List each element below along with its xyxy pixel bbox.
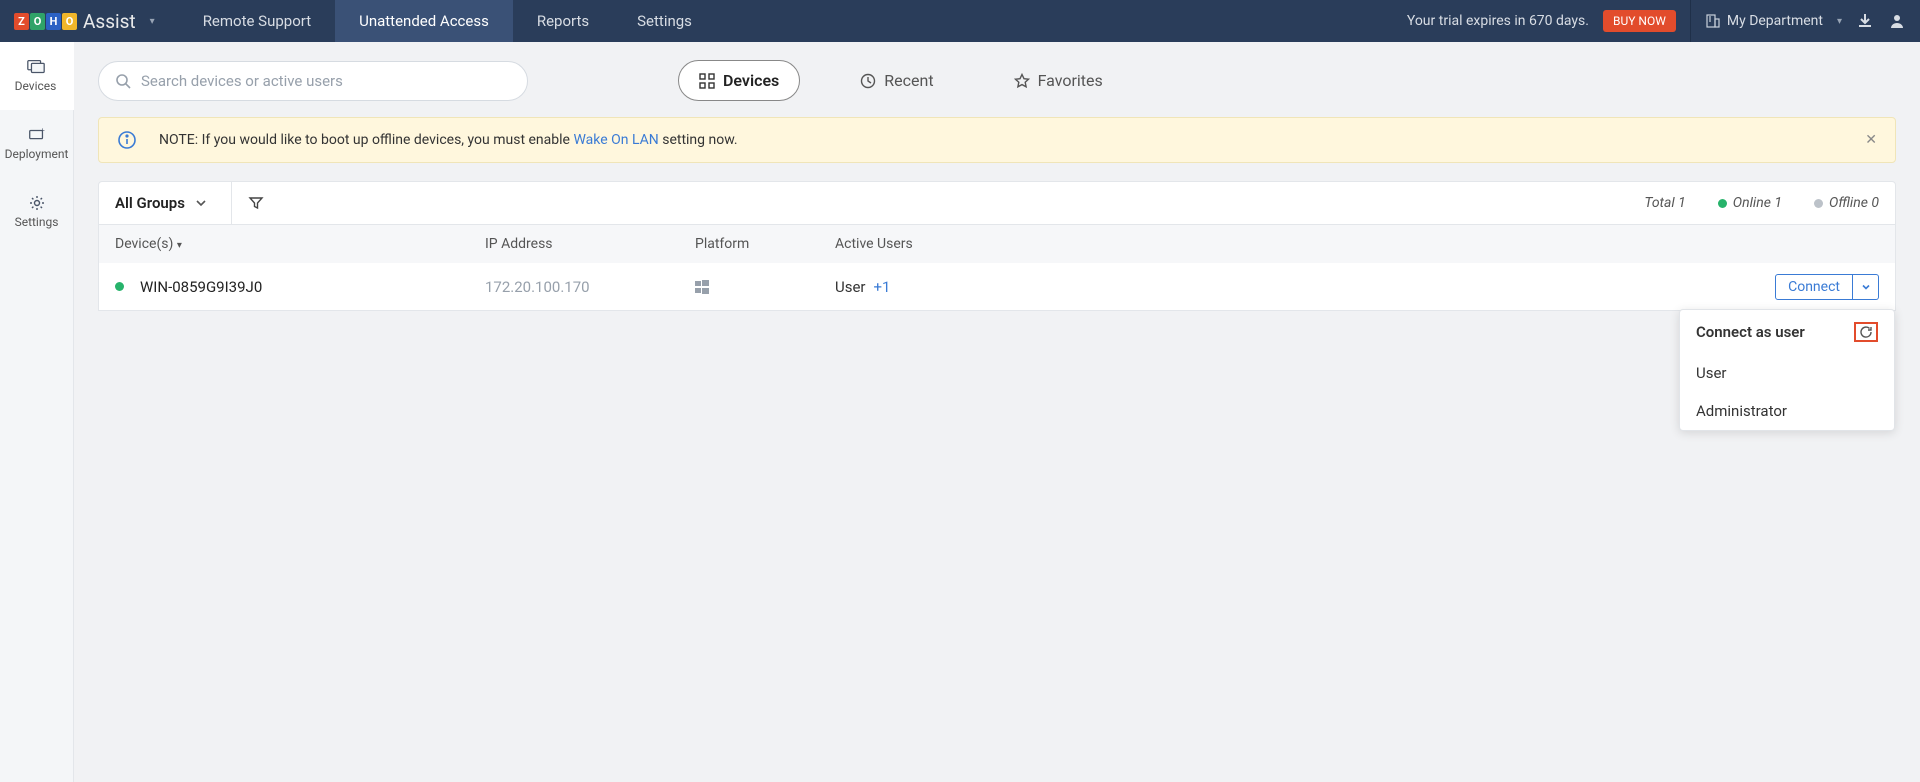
sidebar-item-label: Devices xyxy=(15,79,57,93)
gear-icon xyxy=(27,195,47,211)
col-device[interactable]: Device(s) ▾ xyxy=(115,236,485,252)
table-toolbar: All Groups Total 1 Online 1 Offline 0 xyxy=(98,181,1896,225)
tab-devices[interactable]: Devices xyxy=(678,60,800,101)
zoho-logo-icon: ZOHO xyxy=(14,13,77,30)
tab-recent[interactable]: Recent xyxy=(840,61,953,100)
sidebar-item-label: Deployment xyxy=(5,147,69,161)
table-header-row: Device(s) ▾ IP Address Platform Active U… xyxy=(98,225,1896,263)
stat-online: Online 1 xyxy=(1718,195,1782,211)
windows-icon xyxy=(695,280,709,294)
brand-logo[interactable]: ZOHO Assist ▾ xyxy=(0,0,169,42)
close-icon[interactable]: ✕ xyxy=(1865,132,1877,148)
download-icon[interactable] xyxy=(1856,12,1874,30)
building-icon xyxy=(1705,13,1721,29)
stat-offline: Offline 0 xyxy=(1814,195,1879,211)
chevron-down-icon xyxy=(1861,282,1871,292)
grid-icon xyxy=(699,73,715,89)
col-users[interactable]: Active Users xyxy=(835,236,1879,252)
chevron-down-icon[interactable]: ▾ xyxy=(150,16,155,27)
col-ip[interactable]: IP Address xyxy=(485,236,695,252)
search-icon xyxy=(115,73,131,89)
department-dropdown[interactable]: My Department ▾ xyxy=(1705,13,1842,29)
nav-tab-unattended-access[interactable]: Unattended Access xyxy=(335,0,513,42)
refresh-icon[interactable] xyxy=(1854,322,1878,342)
star-icon xyxy=(1014,73,1030,89)
table-row[interactable]: WIN-0859G9I39J0 172.20.100.170 User +1 C… xyxy=(98,263,1896,311)
device-name: WIN-0859G9I39J0 xyxy=(140,278,262,296)
status-dot-icon xyxy=(115,282,124,291)
connect-as-user-popup: Connect as user User Administrator xyxy=(1679,309,1895,431)
wol-link[interactable]: Wake On LAN xyxy=(573,132,658,148)
svg-text:+: + xyxy=(40,127,44,135)
main-content: Devices Recent Favorites NOTE: If you wo… xyxy=(74,42,1920,782)
sidebar-item-deployment[interactable]: + Deployment xyxy=(0,110,73,178)
clock-icon xyxy=(860,73,876,89)
groups-dropdown[interactable]: All Groups xyxy=(115,194,207,212)
popup-item-user[interactable]: User xyxy=(1680,354,1894,392)
sidebar-item-settings[interactable]: Settings xyxy=(0,178,73,246)
sidebar: Devices + Deployment Settings xyxy=(0,42,74,782)
nav-tab-reports[interactable]: Reports xyxy=(513,0,613,42)
monitor-icon xyxy=(26,59,46,75)
stat-total: Total 1 xyxy=(1644,195,1685,211)
sidebar-item-devices[interactable]: Devices xyxy=(0,42,74,110)
chevron-down-icon xyxy=(195,197,207,209)
search-box[interactable] xyxy=(98,61,528,101)
brand-name: Assist xyxy=(83,10,136,33)
search-input[interactable] xyxy=(141,72,511,90)
deploy-icon: + xyxy=(27,127,47,143)
connect-dropdown-toggle[interactable] xyxy=(1853,274,1879,300)
user-icon[interactable] xyxy=(1888,12,1906,30)
popup-item-administrator[interactable]: Administrator xyxy=(1680,392,1894,430)
trial-message: Your trial expires in 670 days. xyxy=(1407,13,1589,29)
buy-now-button[interactable]: BUY NOW xyxy=(1603,10,1676,32)
device-ip: 172.20.100.170 xyxy=(485,278,695,296)
connect-button[interactable]: Connect xyxy=(1775,274,1853,300)
top-nav: ZOHO Assist ▾ Remote Support Unattended … xyxy=(0,0,1920,42)
wol-notice: NOTE: If you would like to boot up offli… xyxy=(98,117,1896,163)
notice-prefix: NOTE: If you would like to boot up offli… xyxy=(159,132,573,148)
nav-tab-remote-support[interactable]: Remote Support xyxy=(179,0,335,42)
department-label: My Department xyxy=(1727,13,1823,29)
sidebar-item-label: Settings xyxy=(15,215,59,229)
notice-suffix: setting now. xyxy=(662,132,737,148)
col-platform[interactable]: Platform xyxy=(695,236,835,252)
nav-tab-settings[interactable]: Settings xyxy=(613,0,716,42)
tab-favorites[interactable]: Favorites xyxy=(994,61,1123,100)
filter-icon[interactable] xyxy=(231,182,264,224)
popup-title-row: Connect as user xyxy=(1680,310,1894,354)
device-user: User xyxy=(835,278,866,296)
info-icon xyxy=(117,130,137,150)
user-more-count[interactable]: +1 xyxy=(874,278,891,296)
chevron-down-icon: ▾ xyxy=(1837,16,1842,27)
